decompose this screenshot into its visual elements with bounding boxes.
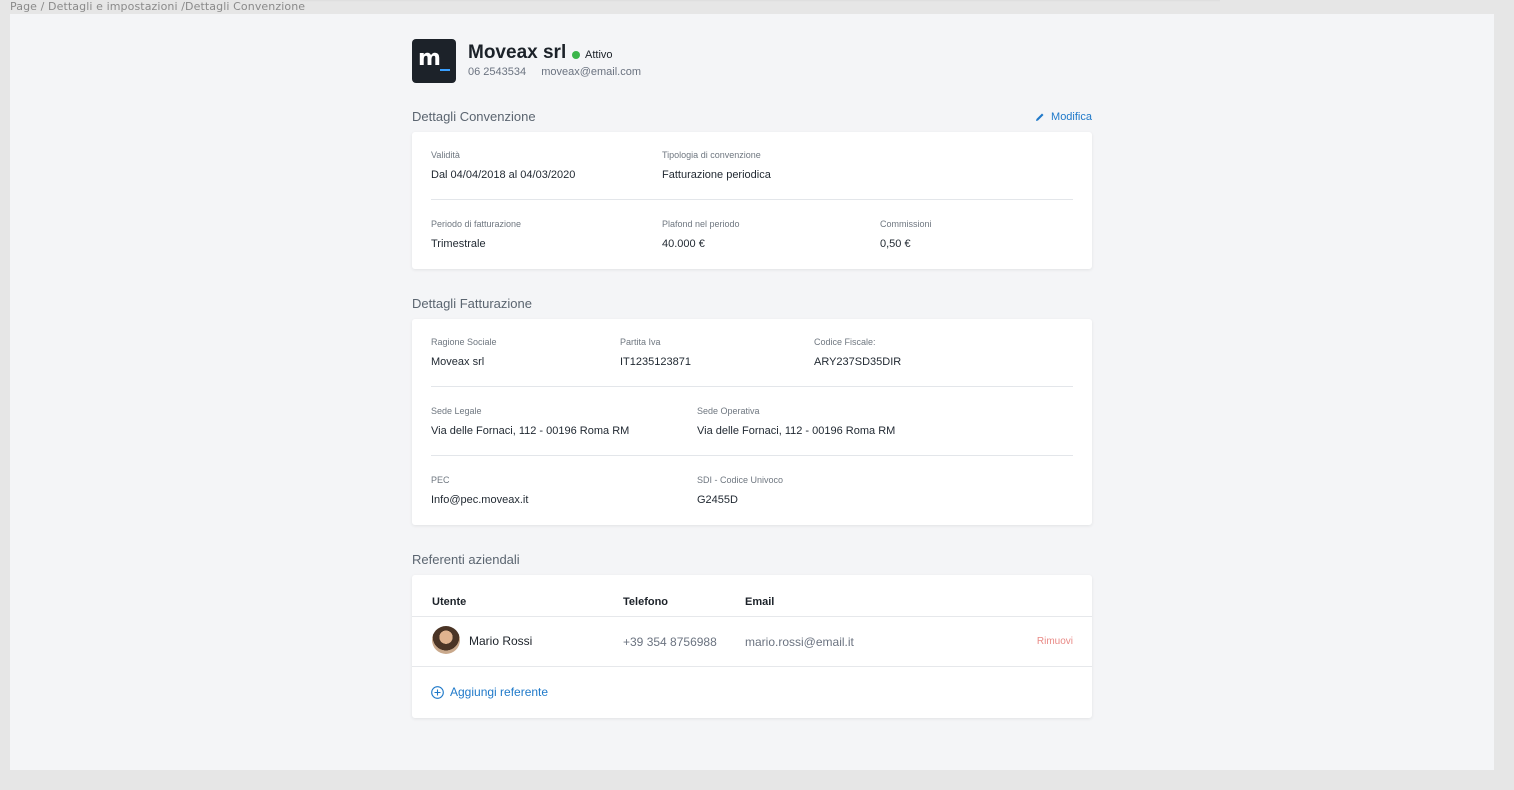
field-periodo: Periodo di fatturazione Trimestrale [431, 219, 521, 250]
field-sede-legale: Sede Legale Via delle Fornaci, 112 - 001… [431, 406, 629, 437]
pec-value: Info@pec.moveax.it [431, 494, 529, 506]
referente-email: mario.rossi@email.it [745, 635, 854, 649]
company-email: moveax@email.com [541, 66, 641, 78]
pencil-icon [1036, 113, 1044, 121]
cf-value: ARY237SD35DIR [814, 356, 902, 368]
edit-label: Modifica [1051, 111, 1092, 123]
fatturazione-card: Ragione Sociale Moveax srl Partita Iva I… [412, 319, 1092, 525]
company-contact: 06 2543534 moveax@email.com [468, 66, 653, 78]
row-separator [412, 666, 1092, 667]
divider [431, 386, 1073, 387]
piva-value: IT1235123871 [620, 356, 691, 368]
topbar-shadow [300, 0, 1220, 2]
field-sdi: SDI - Codice Univoco G2455D [697, 475, 783, 506]
piva-label: Partita Iva [620, 337, 661, 347]
convenzione-title: Dettagli Convenzione [412, 109, 536, 124]
validita-value: Dal 04/04/2018 al 04/03/2020 [431, 169, 576, 181]
referenti-card: Utente Telefono Email Mario Rossi +39 35… [412, 575, 1092, 718]
ragione-value: Moveax srl [431, 356, 485, 368]
ragione-label: Ragione Sociale [431, 337, 497, 347]
plafond-label: Plafond nel periodo [662, 219, 740, 229]
field-ragione-sociale: Ragione Sociale Moveax srl [431, 337, 497, 368]
divider [431, 455, 1073, 456]
operativa-value: Via delle Fornaci, 112 - 00196 Roma RM [697, 425, 896, 437]
col-header-telefono: Telefono [623, 596, 669, 608]
divider [431, 199, 1073, 200]
legale-label: Sede Legale [431, 406, 482, 416]
field-partita-iva: Partita Iva IT1235123871 [620, 337, 691, 368]
convenzione-card: Validità Dal 04/04/2018 al 04/03/2020 Ti… [412, 132, 1092, 269]
status-badge: Attivo [572, 49, 613, 61]
logo-letter: m [418, 46, 441, 71]
pec-label: PEC [431, 475, 450, 485]
page-canvas: m Moveax srl Attivo 06 2543534 moveax@em… [10, 14, 1494, 770]
row-separator [412, 616, 1092, 617]
tipologia-value: Fatturazione periodica [662, 169, 771, 181]
commissioni-value: 0,50 € [880, 238, 911, 250]
plafond-value: 40.000 € [662, 238, 705, 250]
plus-circle-icon [431, 685, 444, 699]
sdi-value: G2455D [697, 494, 738, 506]
add-referente-label: Aggiungi referente [450, 685, 549, 699]
company-name: Moveax srl [468, 42, 567, 63]
company-header: m Moveax srl Attivo 06 2543534 moveax@em… [412, 39, 1092, 83]
logo-underscore [440, 69, 450, 71]
fatturazione-title: Dettagli Fatturazione [412, 296, 532, 311]
periodo-value: Trimestrale [431, 238, 486, 250]
field-plafond: Plafond nel periodo 40.000 € [662, 219, 740, 250]
status-dot-icon [572, 51, 580, 59]
breadcrumb: Page / Dettagli e impostazioni /Dettagli… [10, 0, 306, 13]
company-phone: 06 2543534 [468, 66, 527, 78]
tipologia-label: Tipologia di convenzione [662, 150, 761, 160]
referenti-title: Referenti aziendali [412, 552, 520, 567]
validita-label: Validità [431, 150, 460, 160]
field-validita: Validità Dal 04/04/2018 al 04/03/2020 [431, 150, 575, 181]
add-referente-button[interactable]: Aggiungi referente [431, 685, 548, 699]
remove-button[interactable]: Rimuovi [1037, 636, 1073, 647]
field-tipologia: Tipologia di convenzione Fatturazione pe… [662, 150, 771, 181]
referente-phone: +39 354 8756988 [623, 635, 717, 649]
operativa-label: Sede Operativa [697, 406, 760, 416]
col-header-utente: Utente [432, 596, 467, 608]
field-commissioni: Commissioni 0,50 € [880, 219, 932, 250]
referente-name: Mario Rossi [469, 634, 533, 648]
legale-value: Via delle Fornaci, 112 - 00196 Roma RM [431, 425, 630, 437]
commissioni-label: Commissioni [880, 219, 932, 229]
field-codice-fiscale: Codice Fiscale: ARY237SD35DIR [814, 337, 901, 368]
company-logo: m [412, 39, 456, 83]
status-label: Attivo [585, 49, 613, 61]
periodo-label: Periodo di fatturazione [431, 219, 522, 229]
avatar [432, 626, 460, 654]
edit-button[interactable]: Modifica [1035, 111, 1092, 123]
field-pec: PEC Info@pec.moveax.it [431, 475, 528, 506]
sdi-label: SDI - Codice Univoco [697, 475, 784, 485]
cf-label: Codice Fiscale: [814, 337, 876, 347]
field-sede-operativa: Sede Operativa Via delle Fornaci, 112 - … [697, 406, 895, 437]
col-header-email: Email [745, 596, 775, 608]
